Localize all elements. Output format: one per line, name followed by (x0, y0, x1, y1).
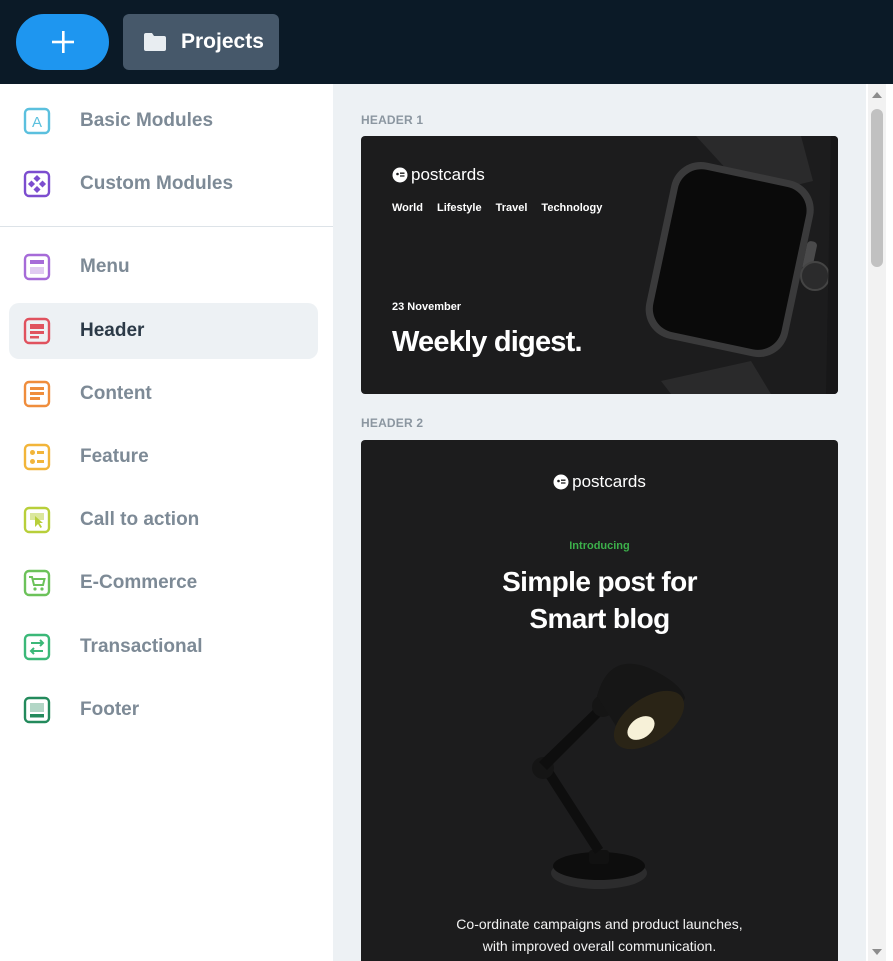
header-1-nav: World Lifestyle Travel Technology (392, 202, 602, 214)
sidebar-item-label: E-Commerce (80, 572, 198, 593)
scroll-down-arrow-icon[interactable] (870, 945, 884, 959)
scrollbar-thumb[interactable] (871, 109, 883, 267)
sidebar-item-custom-modules[interactable]: Custom Modules (9, 156, 318, 212)
folder-icon (144, 33, 166, 51)
feature-module-icon (23, 443, 51, 471)
sidebar-item-content[interactable]: Content (9, 366, 318, 422)
sidebar-item-label: Transactional (80, 636, 203, 657)
svg-text:A: A (32, 114, 42, 131)
header-2-body-line-2: with improved overall communication. (482, 938, 717, 954)
sidebar-item-label: Basic Modules (80, 110, 214, 131)
header-1-date: 23 November (392, 301, 462, 313)
sidebar-item-label: Footer (80, 699, 140, 720)
smartwatch-image (645, 136, 838, 394)
footer-module-icon (23, 696, 51, 724)
brand-name: postcards (411, 165, 485, 184)
projects-button[interactable]: Projects (123, 14, 279, 70)
module-gallery: HEADER 1 postcards World Lifestyle Trave… (333, 84, 866, 961)
nav-item-travel: Travel (495, 202, 528, 214)
header-1-template-card[interactable]: postcards World Lifestyle Travel Technol… (361, 136, 838, 394)
header-module-icon (23, 317, 51, 345)
add-button[interactable] (16, 14, 109, 70)
sidebar-item-footer[interactable]: Footer (9, 682, 318, 738)
projects-label: Projects (181, 30, 264, 53)
sidebar-item-label: Custom Modules (80, 173, 234, 194)
sidebar-item-basic-modules[interactable]: A Basic Modules (9, 93, 318, 149)
nav-item-lifestyle: Lifestyle (436, 202, 482, 214)
diamond-grid-icon (23, 170, 51, 198)
header-2-brand-row: postcards (361, 472, 838, 492)
letter-a-icon: A (23, 107, 51, 135)
transfer-icon (23, 633, 51, 661)
sidebar-item-e-commerce[interactable]: E-Commerce (9, 555, 318, 611)
plus-icon (51, 31, 74, 53)
cursor-click-icon (23, 506, 51, 534)
nav-item-world: World (392, 202, 423, 214)
sidebar-item-call-to-action[interactable]: Call to action (9, 492, 318, 548)
nav-item-technology: Technology (541, 202, 603, 214)
sidebar-item-label: Menu (80, 256, 130, 277)
postcards-logo-icon (553, 474, 569, 490)
sidebar-item-label: Header (80, 320, 145, 341)
sidebar-item-menu[interactable]: Menu (9, 239, 318, 295)
sidebar-item-label: Feature (80, 446, 149, 467)
sidebar-item-header[interactable]: Header (9, 303, 318, 359)
content-module-icon (23, 380, 51, 408)
postcards-logo-icon (392, 167, 408, 183)
brand: postcards (553, 472, 646, 492)
brand: postcards (392, 165, 485, 185)
scroll-up-arrow-icon[interactable] (870, 88, 884, 102)
brand-name: postcards (572, 472, 646, 491)
header-1-title: Weekly digest. (392, 326, 583, 358)
sidebar-item-feature[interactable]: Feature (9, 429, 318, 485)
cart-icon (23, 569, 51, 597)
header-2-eyebrow: Introducing (569, 540, 630, 552)
sidebar-item-label: Content (80, 383, 152, 404)
module-sidebar: A Basic Modules Custom Modules Menu Head (0, 84, 333, 961)
header-2-template-card[interactable]: postcards Introducing Simple post for Sm… (361, 440, 838, 961)
sidebar-item-label: Call to action (80, 509, 200, 530)
section-label-header-1: HEADER 1 (361, 113, 424, 127)
sidebar-divider (0, 226, 333, 227)
top-toolbar: Projects (0, 0, 893, 84)
header-2-title-line-1: Simple post for (502, 566, 697, 597)
menu-module-icon (23, 253, 51, 281)
desk-lamp-image (532, 663, 685, 889)
sidebar-item-transactional[interactable]: Transactional (9, 619, 318, 675)
header-2-body-line-1: Co-ordinate campaigns and product launch… (456, 916, 743, 932)
header-2-title-line-2: Smart blog (529, 603, 670, 634)
section-label-header-2: HEADER 2 (361, 416, 424, 430)
